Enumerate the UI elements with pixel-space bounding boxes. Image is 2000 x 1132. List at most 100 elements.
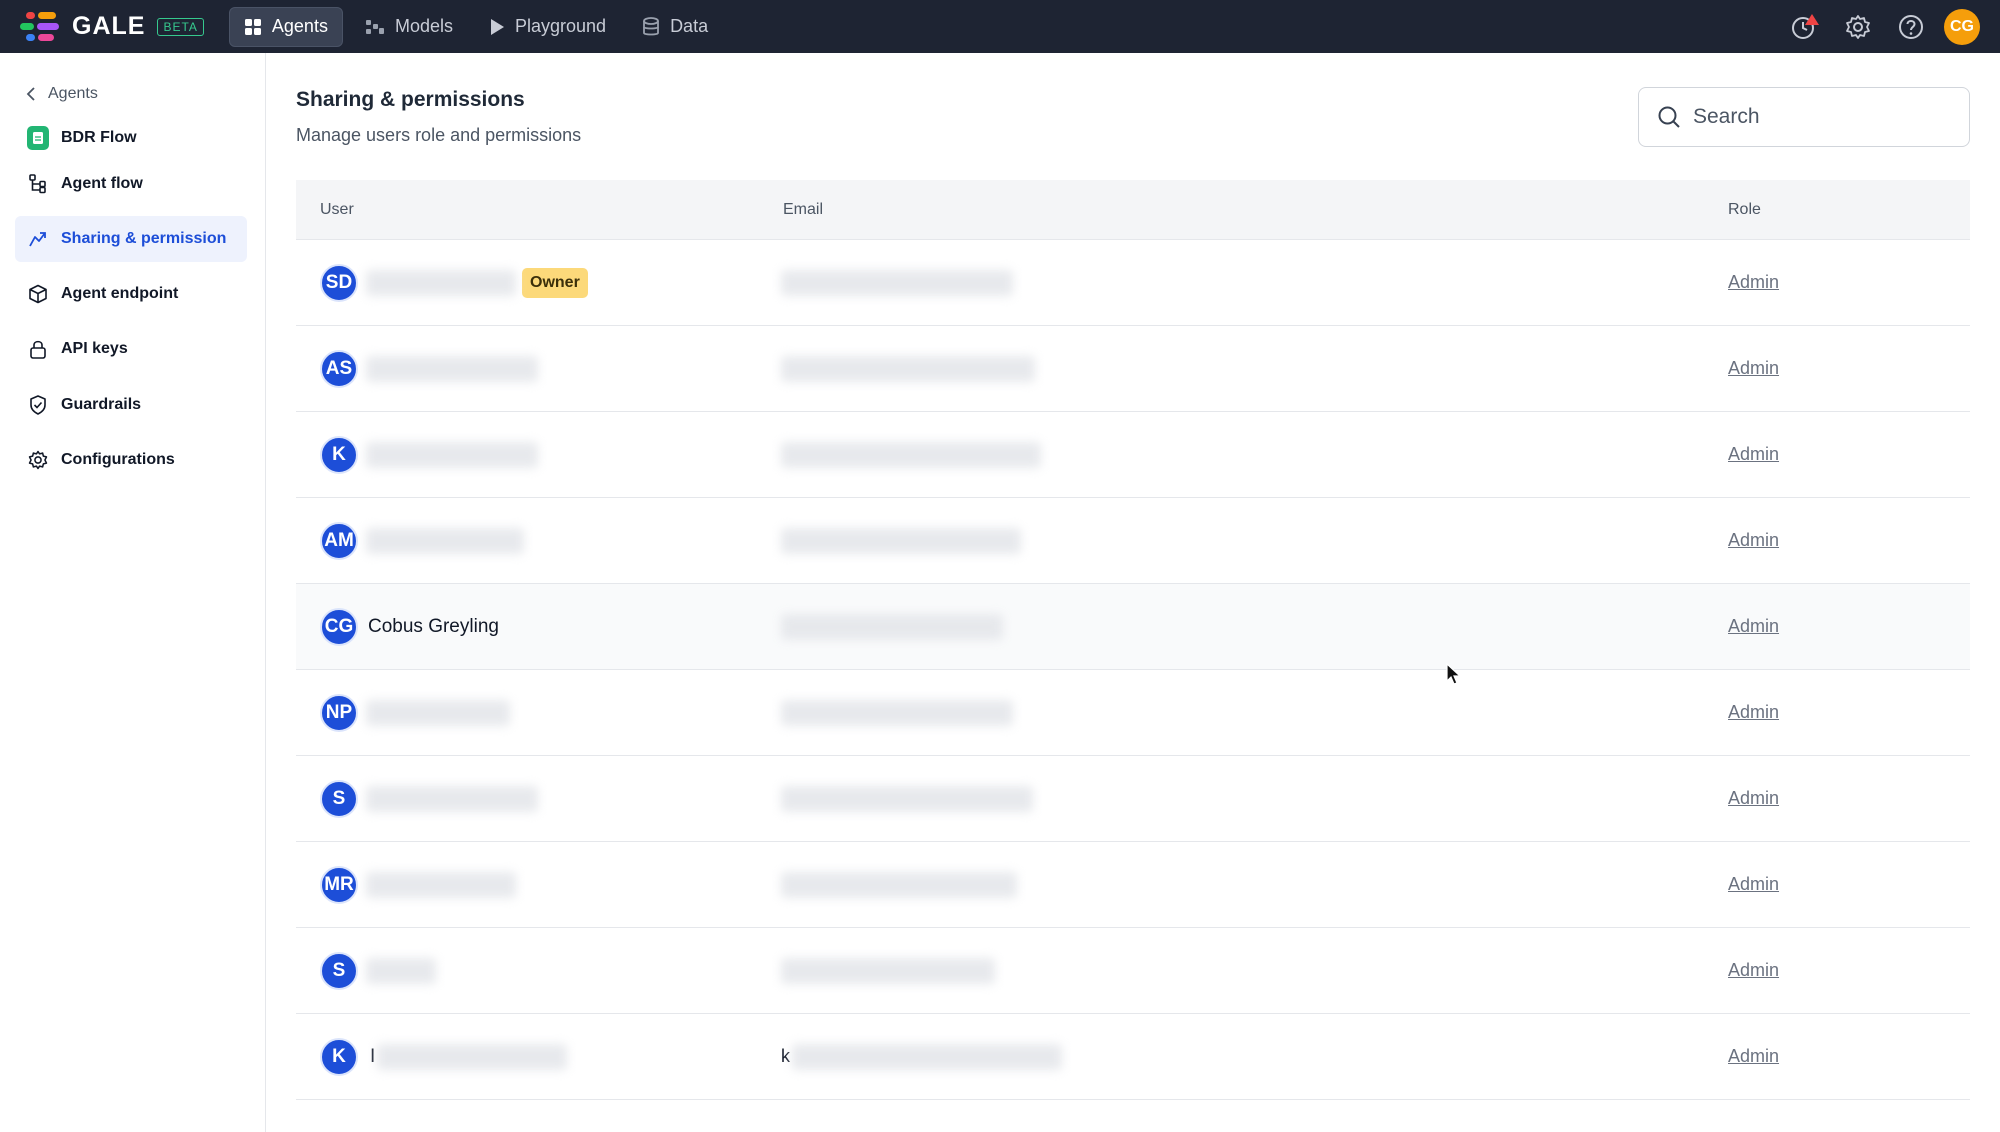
role-link[interactable]: Admin (1728, 702, 1779, 723)
redacted-name (366, 441, 538, 468)
role-link[interactable]: Admin (1728, 960, 1779, 981)
email-cell (781, 785, 1033, 812)
sidebar-item-configurations[interactable]: Configurations (15, 437, 247, 483)
user-avatar[interactable]: CG (1944, 8, 1980, 45)
search-icon (1658, 106, 1680, 128)
role-link[interactable]: Admin (1728, 272, 1779, 293)
flow-icon (27, 173, 49, 195)
sidebar-item-sharing-permission[interactable]: Sharing & permission (15, 216, 247, 262)
redacted-name (366, 269, 516, 296)
back-label: Agents (48, 85, 98, 102)
grid-icon (244, 18, 261, 35)
sidebar-item-agent-endpoint[interactable]: Agent endpoint (15, 271, 247, 317)
role-link[interactable]: Admin (1728, 874, 1779, 895)
role-link[interactable]: Admin (1728, 616, 1779, 637)
user-cell: CG Cobus Greyling (320, 607, 499, 646)
table-row[interactable]: SD Owner Admin (296, 240, 1970, 326)
sidebar: Agents BDR Flow Agent flow Sharing & per… (0, 53, 266, 1132)
email-cell: k (781, 1043, 1062, 1070)
avatar: K (320, 1037, 358, 1076)
role-link[interactable]: Admin (1728, 1046, 1779, 1067)
role-link[interactable]: Admin (1728, 530, 1779, 551)
redacted-email (781, 699, 1013, 726)
redacted-email (792, 1043, 1062, 1070)
table-row[interactable]: NP Admin (296, 670, 1970, 756)
gear-icon (1846, 14, 1870, 39)
nav-agents-label: Agents (271, 16, 328, 36)
redacted-email (781, 527, 1021, 554)
avatar: CG (320, 607, 358, 646)
redacted-email (781, 785, 1033, 812)
search-box[interactable] (1638, 87, 1970, 147)
sidebar-item-guardrails[interactable]: Guardrails (15, 382, 247, 428)
email-cell (781, 355, 1035, 382)
sidebar-item-agent-flow[interactable]: Agent flow (15, 161, 247, 207)
chevron-left-icon (26, 87, 35, 101)
back-to-agents-link[interactable]: Agents (26, 85, 98, 103)
nav-playground[interactable]: Playground (475, 7, 620, 47)
table-header: User Email Role (296, 180, 1970, 240)
redacted-email (781, 355, 1035, 382)
role-link[interactable]: Admin (1728, 444, 1779, 465)
nav-agents[interactable]: Agents (228, 6, 343, 47)
email-cell (781, 441, 1041, 468)
app-logo[interactable]: GALE BETA (20, 9, 204, 45)
help-icon (1899, 14, 1923, 39)
shield-icon (27, 394, 49, 416)
nav-data[interactable]: Data (628, 7, 722, 47)
sidebar-item-label: Sharing & permission (61, 230, 227, 247)
avatar: S (320, 951, 358, 990)
header-user[interactable]: User (320, 201, 354, 219)
app-name: GALE (72, 12, 146, 40)
gale-logo-icon (20, 9, 62, 45)
redacted-name (366, 527, 524, 554)
redacted-email (781, 269, 1013, 296)
redacted-name (366, 871, 516, 898)
email-cell (781, 871, 1017, 898)
email-cell (781, 269, 1013, 296)
top-right-actions: CG (1767, 8, 1980, 45)
database-icon (643, 16, 659, 35)
table-row[interactable]: AS Admin (296, 326, 1970, 412)
table-row[interactable]: S Admin (296, 756, 1970, 842)
avatar: AS (320, 349, 358, 388)
redacted-name (377, 1043, 568, 1070)
sidebar-item-label: Guardrails (61, 396, 142, 413)
table-row[interactable]: AM Admin (296, 498, 1970, 584)
email-text: k (781, 1046, 790, 1066)
lock-icon (27, 338, 49, 360)
table-row[interactable]: K I k Admin (296, 1014, 1970, 1100)
settings-button[interactable] (1843, 12, 1873, 42)
main-nav: Agents Models Playground Data (228, 0, 730, 53)
table-row[interactable]: CG Cobus Greyling Admin (296, 584, 1970, 670)
sidebar-item-label: BDR Flow (61, 129, 137, 146)
role-link[interactable]: Admin (1728, 358, 1779, 379)
page-subtitle: Manage users role and permissions (296, 125, 582, 145)
nav-playground-label: Playground (514, 16, 607, 36)
search-input[interactable] (1693, 105, 1943, 129)
sidebar-item-api-keys[interactable]: API keys (15, 326, 247, 372)
beta-badge: BETA (157, 17, 204, 36)
table-row[interactable]: S Admin (296, 928, 1970, 1014)
sidebar-item-bdr-flow[interactable]: BDR Flow (15, 115, 247, 161)
table-row[interactable]: K Admin (296, 412, 1970, 498)
user-cell: AM (320, 521, 524, 560)
nav-models[interactable]: Models (351, 7, 467, 47)
header-role[interactable]: Role (1728, 201, 1761, 219)
notifications-button[interactable] (1790, 12, 1820, 42)
user-cell: S (320, 779, 538, 818)
avatar: NP (320, 693, 358, 732)
header-email[interactable]: Email (783, 201, 823, 219)
user-name: I (370, 1045, 376, 1067)
table-row[interactable]: MR Admin (296, 842, 1970, 928)
redacted-name (366, 355, 538, 382)
redacted-name (366, 699, 510, 726)
users-table: User Email Role SD Owner Admin AS Admin (296, 180, 1970, 1100)
redacted-email (781, 957, 995, 984)
help-button[interactable] (1896, 12, 1926, 42)
user-cell: NP (320, 693, 510, 732)
sidebar-item-label: Agent endpoint (61, 285, 179, 302)
avatar: AM (320, 521, 358, 560)
role-link[interactable]: Admin (1728, 788, 1779, 809)
sidebar-item-label: Agent flow (61, 175, 143, 192)
